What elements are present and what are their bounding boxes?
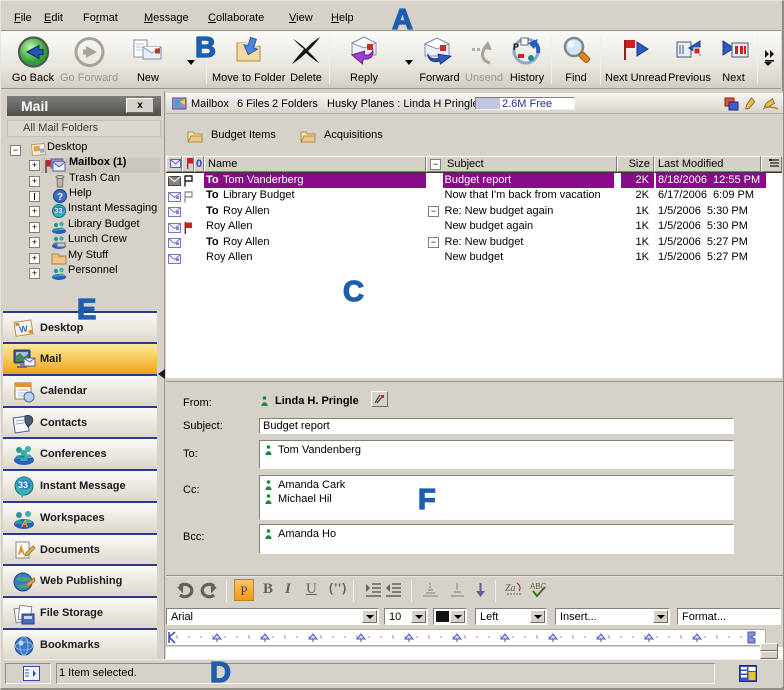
svg-text:P: P: [513, 42, 519, 52]
svg-text:33: 33: [18, 480, 28, 490]
svg-text:33: 33: [55, 208, 63, 215]
svg-text:?: ?: [57, 192, 63, 203]
svg-text:Za: Za: [505, 583, 516, 594]
